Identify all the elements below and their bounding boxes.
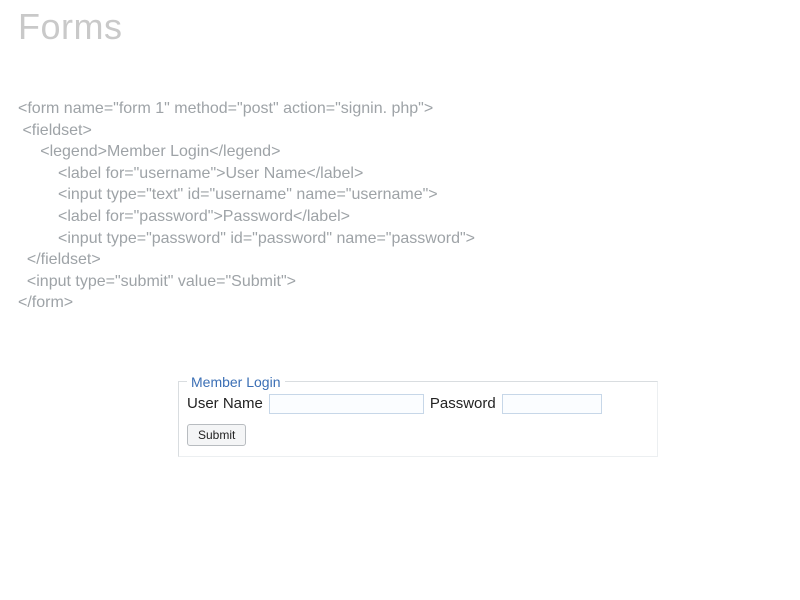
code-line: <label for="password">Password</label> bbox=[18, 208, 350, 225]
form-demo: Member Login User Name Password Submit bbox=[178, 374, 658, 457]
code-example: <form name="form 1" method="post" action… bbox=[18, 98, 782, 314]
password-input[interactable] bbox=[502, 394, 602, 414]
code-line: <input type="text" id="username" name="u… bbox=[18, 186, 438, 203]
code-line: </form> bbox=[18, 294, 73, 311]
code-line: <input type="submit" value="Submit"> bbox=[18, 273, 296, 290]
code-line: <legend>Member Login</legend> bbox=[18, 143, 280, 160]
code-line: </fieldset> bbox=[18, 251, 101, 268]
username-input[interactable] bbox=[269, 394, 424, 414]
page-title: Forms bbox=[18, 6, 782, 48]
submit-button[interactable]: Submit bbox=[187, 424, 246, 446]
password-label: Password bbox=[430, 395, 496, 412]
username-label: User Name bbox=[187, 395, 263, 412]
code-line: <input type="password" id="password" nam… bbox=[18, 230, 475, 247]
fieldset-legend: Member Login bbox=[187, 374, 285, 390]
code-line: <fieldset> bbox=[18, 122, 92, 139]
code-line: <form name="form 1" method="post" action… bbox=[18, 100, 433, 117]
code-line: <label for="username">User Name</label> bbox=[18, 165, 363, 182]
login-fieldset: Member Login User Name Password Submit bbox=[178, 374, 658, 457]
